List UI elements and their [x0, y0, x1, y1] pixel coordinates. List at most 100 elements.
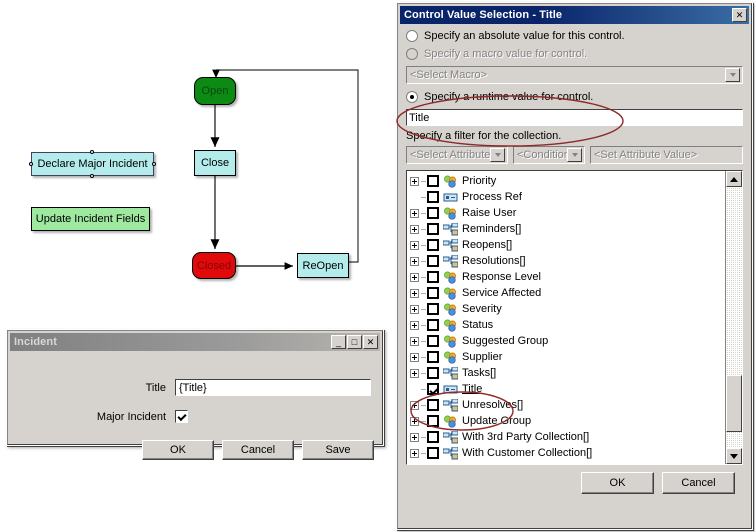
expand-plus-icon[interactable]: [410, 208, 419, 218]
expand-plus-icon[interactable]: [410, 320, 419, 330]
expand-plus-icon[interactable]: [410, 432, 419, 442]
cvs-titlebar[interactable]: Control Value Selection - Title ✕: [400, 6, 749, 24]
expand-plus-icon[interactable]: [410, 416, 419, 426]
tree-item-checkbox[interactable]: [427, 255, 439, 267]
incident-title-input[interactable]: {Title}: [175, 379, 371, 396]
cvs-ok-button[interactable]: OK: [581, 472, 654, 494]
tree-item-unresolves[interactable]: Unresolves[]: [410, 397, 725, 413]
tree-item-checkbox[interactable]: [427, 399, 439, 411]
flow-node-closed-label: Closed: [196, 259, 232, 272]
attribute-tree[interactable]: Priority Process Ref Raise User Reminders[]…: [407, 171, 725, 464]
expand-plus-icon[interactable]: [410, 176, 419, 186]
resize-handle-right[interactable]: [152, 162, 156, 166]
tree-item-reopens[interactable]: Reopens[]: [410, 237, 725, 253]
tree-item-checkbox[interactable]: [427, 287, 439, 299]
resize-handle-bottom[interactable]: [90, 174, 94, 178]
flow-node-reopen-label: ReOpen: [302, 259, 344, 272]
scroll-up-button[interactable]: [726, 171, 742, 187]
expand-plus-icon[interactable]: [410, 288, 419, 298]
flow-node-reopen[interactable]: ReOpen: [297, 253, 349, 278]
tree-item-checkbox[interactable]: [427, 303, 439, 315]
radio-macro-icon: [406, 48, 418, 60]
scroll-track[interactable]: [726, 187, 742, 448]
scroll-down-button[interactable]: [726, 448, 742, 464]
cvs-body: Specify an absolute value for this contr…: [400, 24, 749, 494]
expand-plus-icon[interactable]: [410, 336, 419, 346]
tree-item-label: Reopens[]: [462, 239, 513, 251]
tree-item-checkbox[interactable]: [427, 207, 439, 219]
option-absolute-label: Specify an absolute value for this contr…: [424, 30, 625, 42]
incident-ok-button[interactable]: OK: [142, 440, 214, 460]
flow-node-closed[interactable]: Closed: [192, 252, 236, 279]
runtime-value-input[interactable]: Title: [406, 109, 743, 126]
expand-plus-icon[interactable]: [410, 304, 419, 314]
close-button[interactable]: ✕: [363, 335, 378, 349]
tree-item-checkbox[interactable]: [427, 351, 439, 363]
tree-item-title[interactable]: Title: [410, 381, 725, 397]
tree-item-supplier[interactable]: Supplier: [410, 349, 725, 365]
tree-item-checkbox[interactable]: [427, 191, 439, 203]
expand-plus-icon[interactable]: [410, 352, 419, 362]
tree-item-checkbox[interactable]: [427, 223, 439, 235]
incident-cancel-button[interactable]: Cancel: [222, 440, 294, 460]
tree-item-priority[interactable]: Priority: [410, 173, 725, 189]
flow-node-open[interactable]: Open: [194, 77, 236, 105]
tree-item-checkbox[interactable]: [427, 367, 439, 379]
radio-runtime-icon[interactable]: [406, 91, 418, 103]
option-runtime-value[interactable]: Specify a runtime value for control.: [406, 91, 743, 103]
resize-handle-left[interactable]: [29, 162, 33, 166]
expand-plus-icon[interactable]: [410, 368, 419, 378]
incident-titlebar[interactable]: Incident _ □ ✕: [10, 333, 380, 351]
tree-item-tasks[interactable]: Tasks[]: [410, 365, 725, 381]
expand-plus-icon[interactable]: [410, 448, 419, 458]
tree-item-checkbox[interactable]: [427, 383, 439, 395]
filter-condition-combo: <Condition>: [513, 146, 585, 164]
tree-item-resolutions[interactable]: Resolutions[]: [410, 253, 725, 269]
tree-item-checkbox[interactable]: [427, 335, 439, 347]
expand-plus-icon[interactable]: [410, 256, 419, 266]
flow-node-close[interactable]: Close: [194, 150, 236, 176]
node-tree-icon: [442, 238, 459, 252]
tree-item-checkbox[interactable]: [427, 431, 439, 443]
expand-plus-icon[interactable]: [410, 240, 419, 250]
tree-item-suggested-group[interactable]: Suggested Group: [410, 333, 725, 349]
flow-node-declare-major-incident[interactable]: Declare Major Incident: [29, 150, 156, 178]
textfield-icon: [443, 383, 458, 396]
tree-item-reminders[interactable]: Reminders[]: [410, 221, 725, 237]
option-absolute-value[interactable]: Specify an absolute value for this contr…: [406, 30, 743, 42]
tree-item-severity[interactable]: Severity: [410, 301, 725, 317]
expand-plus-icon[interactable]: [410, 272, 419, 282]
tree-item-checkbox[interactable]: [427, 319, 439, 331]
tree-item-checkbox[interactable]: [427, 271, 439, 283]
tree-item-label: Update Group: [462, 415, 532, 427]
tree-connector-line: [421, 292, 426, 294]
incident-save-button[interactable]: Save: [302, 440, 374, 460]
scroll-thumb[interactable]: [726, 374, 742, 433]
expand-plus-icon[interactable]: [410, 224, 419, 234]
minimize-button[interactable]: _: [331, 335, 346, 349]
tree-item-checkbox[interactable]: [427, 239, 439, 251]
tree-item-service-affected[interactable]: Service Affected: [410, 285, 725, 301]
maximize-button[interactable]: □: [347, 335, 362, 349]
tree-item-with-3rd-party-collection[interactable]: With 3rd Party Collection[]: [410, 429, 725, 445]
tree-item-raise-user[interactable]: Raise User: [410, 205, 725, 221]
tree-item-label[interactable]: Title: [462, 383, 482, 395]
major-incident-checkbox[interactable]: [175, 410, 188, 423]
tree-connector-line: [421, 324, 426, 326]
cvs-cancel-button[interactable]: Cancel: [662, 472, 735, 494]
tree-item-process-ref[interactable]: Process Ref: [410, 189, 725, 205]
tree-item-update-group[interactable]: Update Group: [410, 413, 725, 429]
resize-handle-top[interactable]: [90, 150, 94, 154]
radio-absolute-icon[interactable]: [406, 30, 418, 42]
tree-item-checkbox[interactable]: [427, 415, 439, 427]
tree-item-status[interactable]: Status: [410, 317, 725, 333]
tree-item-response-level[interactable]: Response Level: [410, 269, 725, 285]
flow-node-update-incident-fields[interactable]: Update Incident Fields: [31, 207, 150, 231]
cvs-close-button[interactable]: ✕: [732, 8, 747, 22]
tree-vertical-scrollbar[interactable]: [725, 171, 742, 464]
expand-plus-icon[interactable]: [410, 400, 419, 410]
tree-item-checkbox[interactable]: [427, 447, 439, 459]
tree-item-checkbox[interactable]: [427, 175, 439, 187]
tree-item-with-customer-collection[interactable]: With Customer Collection[]: [410, 445, 725, 461]
incident-dialog: Incident _ □ ✕ Title {Title} Major Incid…: [6, 329, 384, 460]
